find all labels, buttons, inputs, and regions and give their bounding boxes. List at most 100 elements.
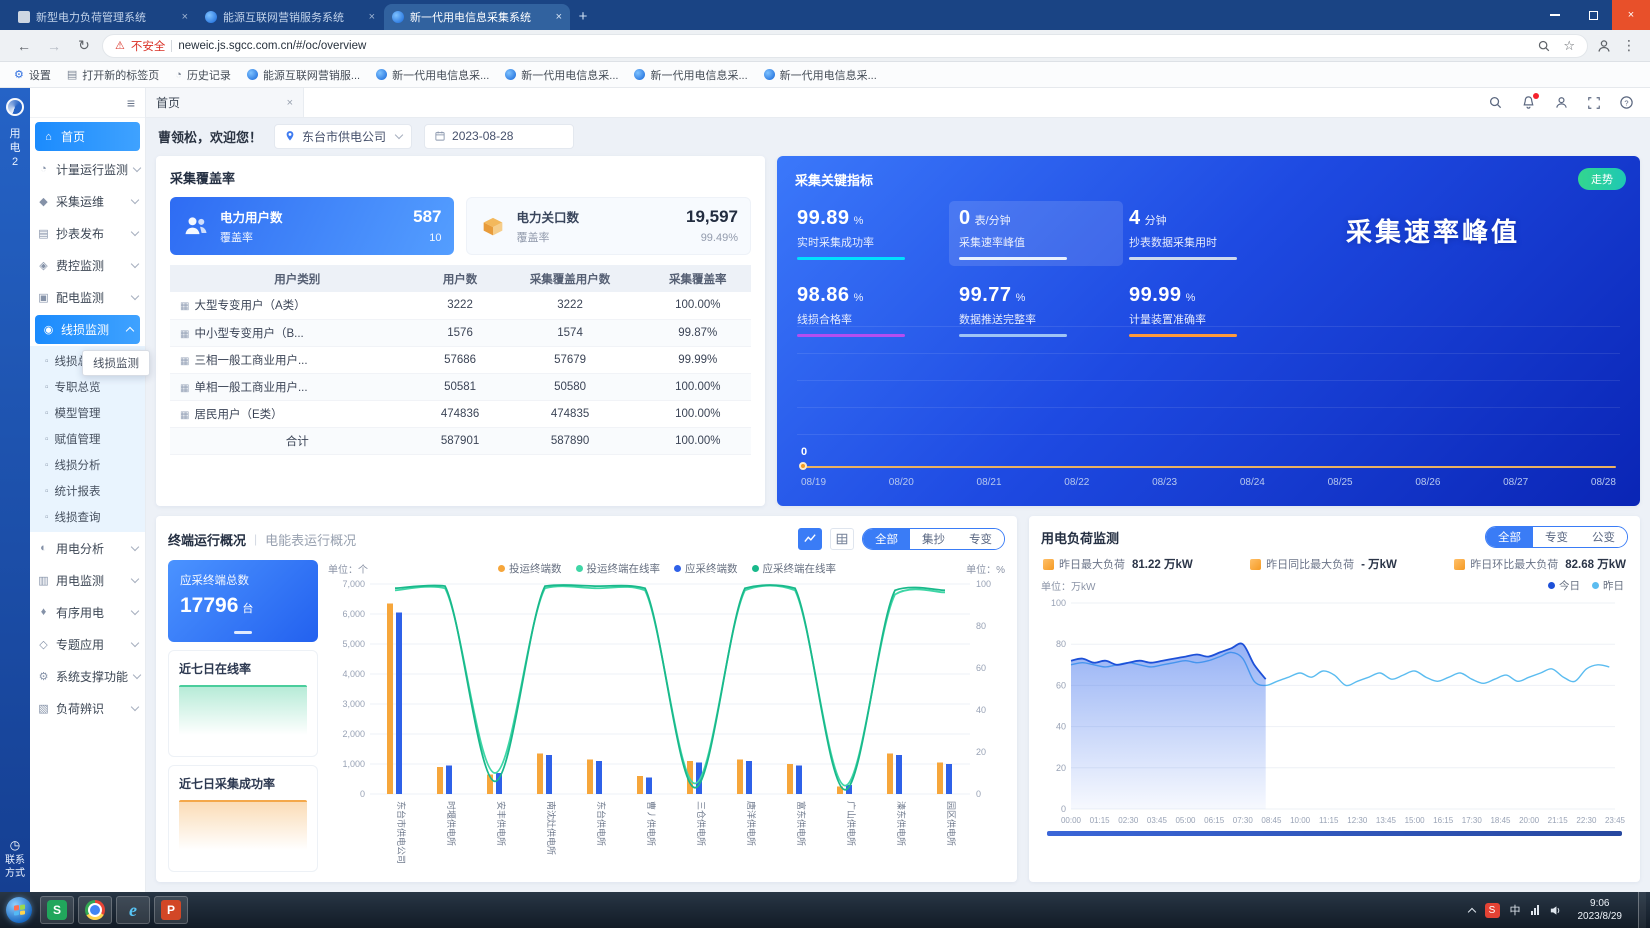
- greeting-bar: 曹领松，欢迎您！ 东台市供电公司 2023-08-28: [146, 118, 1650, 154]
- legend-item[interactable]: 今日: [1548, 578, 1580, 593]
- date-picker[interactable]: 2023-08-28: [424, 124, 574, 149]
- bookmark-item[interactable]: ◔历史记录: [175, 67, 231, 83]
- sidebar-subitem[interactable]: ▫模型管理: [30, 400, 145, 426]
- fullscreen-icon[interactable]: [1587, 96, 1601, 110]
- chart-datazoom-slider[interactable]: [1047, 831, 1622, 836]
- tray-chevron-up-icon[interactable]: [1469, 906, 1475, 915]
- window-maximize-button[interactable]: [1574, 0, 1612, 30]
- svg-text:曹丿供电所: 曹丿供电所: [646, 801, 657, 846]
- page-tab-home[interactable]: 首页 ×: [146, 88, 304, 117]
- new-tab-button[interactable]: +: [571, 4, 595, 28]
- sidebar-item[interactable]: ◇专题应用: [30, 628, 145, 660]
- search-icon[interactable]: [1488, 95, 1503, 110]
- filter-public-transformer[interactable]: 公变: [1580, 527, 1627, 547]
- sidebar-subitem[interactable]: ▫专职总览: [30, 374, 145, 400]
- input-method-icon[interactable]: S: [1485, 903, 1500, 918]
- contact-button[interactable]: ◷ 联系方式: [4, 838, 26, 880]
- sidebar-item[interactable]: ◆采集运维: [30, 185, 145, 217]
- bookmark-item[interactable]: ▤打开新的标签页: [67, 67, 159, 83]
- sidebar-item[interactable]: ◔计量运行监测: [30, 153, 145, 185]
- org-select[interactable]: 东台市供电公司: [274, 124, 412, 149]
- sidebar-item[interactable]: ▧负荷辨识: [30, 692, 145, 724]
- legend-item[interactable]: 投运终端在线率: [576, 561, 661, 576]
- filter-special-transformer[interactable]: 专变: [1533, 527, 1580, 547]
- zoom-icon[interactable]: [1537, 39, 1551, 53]
- table-view-button[interactable]: [830, 528, 854, 550]
- sidebar-item[interactable]: ▤抄表发布: [30, 217, 145, 249]
- sidebar-item[interactable]: ◈费控监测: [30, 249, 145, 281]
- window-close-button[interactable]: ×: [1612, 0, 1650, 30]
- bookmark-item[interactable]: ⚙设置: [14, 67, 51, 83]
- star-icon[interactable]: ☆: [1563, 38, 1575, 54]
- svg-text:20: 20: [1056, 763, 1066, 773]
- svg-text:03:45: 03:45: [1147, 816, 1168, 825]
- filter-all[interactable]: 全部: [1486, 527, 1533, 547]
- collapse-menu-icon[interactable]: ≡: [127, 95, 135, 111]
- powerpoint-taskbar-icon[interactable]: P: [154, 896, 188, 924]
- bookmark-item[interactable]: 新一代用电信息采...: [376, 67, 489, 83]
- bookmark-item[interactable]: 能源互联网营销服...: [247, 67, 360, 83]
- wps-taskbar-icon[interactable]: S: [40, 896, 74, 924]
- browser-tab-active[interactable]: 新一代用电信息采集系统 ×: [384, 4, 570, 30]
- browser-tab[interactable]: 新型电力负荷管理系统 ×: [10, 4, 196, 30]
- refresh-button[interactable]: ↻: [72, 34, 96, 58]
- profile-icon[interactable]: [1594, 38, 1614, 54]
- ie-taskbar-icon[interactable]: e: [116, 896, 150, 924]
- trend-button[interactable]: 走势: [1578, 168, 1626, 190]
- sidebar-item[interactable]: ▣配电监测: [30, 281, 145, 313]
- sidebar-subitem[interactable]: ▫线损查询: [30, 504, 145, 530]
- url-divider: [171, 40, 172, 52]
- legend-dot: [674, 565, 681, 572]
- sidebar-subitem[interactable]: ▫赋值管理: [30, 426, 145, 452]
- language-indicator-icon[interactable]: 中: [1510, 902, 1521, 918]
- url-bar[interactable]: ⚠ 不安全 neweic.js.sgcc.com.cn/#/oc/overvie…: [102, 34, 1588, 58]
- sidebar-item[interactable]: ⌂首页: [35, 122, 140, 151]
- legend-item[interactable]: 应采终端数: [674, 561, 738, 576]
- tab-close-icon[interactable]: ×: [182, 11, 188, 23]
- security-label[interactable]: 不安全: [131, 38, 166, 54]
- legend-item[interactable]: 昨日: [1592, 578, 1624, 593]
- tab-terminal-overview[interactable]: 终端运行概况: [168, 530, 246, 549]
- bookmark-item[interactable]: 新一代用电信息采...: [505, 67, 618, 83]
- filter-all[interactable]: 全部: [863, 529, 910, 549]
- filter-dedicated[interactable]: 专变: [957, 529, 1004, 549]
- filter-centralized[interactable]: 集抄: [910, 529, 957, 549]
- chart-view-button[interactable]: [798, 528, 822, 550]
- browser-tab[interactable]: 能源互联网营销服务系统 ×: [197, 4, 383, 30]
- timeline-point[interactable]: [799, 462, 807, 470]
- user-avatar-icon[interactable]: [1554, 95, 1569, 110]
- help-icon[interactable]: ?: [1619, 95, 1634, 110]
- card-pager-dash[interactable]: [234, 631, 252, 634]
- forward-button[interactable]: →: [42, 34, 66, 58]
- sidebar-item[interactable]: ⚙系统支撑功能: [30, 660, 145, 692]
- back-button[interactable]: ←: [12, 34, 36, 58]
- show-desktop-button[interactable]: [1638, 892, 1646, 928]
- page-tab-close-icon[interactable]: ×: [287, 97, 293, 109]
- browser-menu-icon[interactable]: ⋮: [1620, 37, 1638, 54]
- volume-icon[interactable]: [1549, 904, 1562, 917]
- legend-item[interactable]: 投运终端数: [498, 561, 562, 576]
- metric-underline: [797, 257, 905, 260]
- chrome-taskbar-icon[interactable]: [78, 896, 112, 924]
- bookmark-item[interactable]: 新一代用电信息采...: [764, 67, 877, 83]
- sidebar-item[interactable]: ◐用电分析: [30, 532, 145, 564]
- window-minimize-button[interactable]: [1536, 0, 1574, 30]
- sidebar-item[interactable]: ▥用电监测: [30, 564, 145, 596]
- lineloss-tooltip: 线损监测: [82, 350, 150, 376]
- sidebar-subitem[interactable]: ▫统计报表: [30, 478, 145, 504]
- sidebar-item[interactable]: ◉线损监测: [35, 315, 140, 344]
- notification-bell-icon[interactable]: [1521, 95, 1536, 110]
- legend-item[interactable]: 应采终端在线率: [752, 561, 837, 576]
- network-icon[interactable]: [1531, 905, 1539, 915]
- start-button[interactable]: [6, 897, 32, 923]
- sidebar-subitem-label: 线损分析: [55, 457, 101, 473]
- tab-close-icon[interactable]: ×: [556, 11, 562, 23]
- bookmark-item[interactable]: 新一代用电信息采...: [634, 67, 747, 83]
- tab-close-icon[interactable]: ×: [369, 11, 375, 23]
- windows-taskbar: S e P S 中 9:06 2023/8/29: [0, 892, 1650, 928]
- card-value: 587: [413, 207, 441, 227]
- sidebar-item[interactable]: ♦有序用电: [30, 596, 145, 628]
- sidebar-subitem[interactable]: ▫线损分析: [30, 452, 145, 478]
- taskbar-clock[interactable]: 9:06 2023/8/29: [1572, 897, 1629, 924]
- tab-meter-overview[interactable]: 电能表运行概况: [265, 530, 356, 549]
